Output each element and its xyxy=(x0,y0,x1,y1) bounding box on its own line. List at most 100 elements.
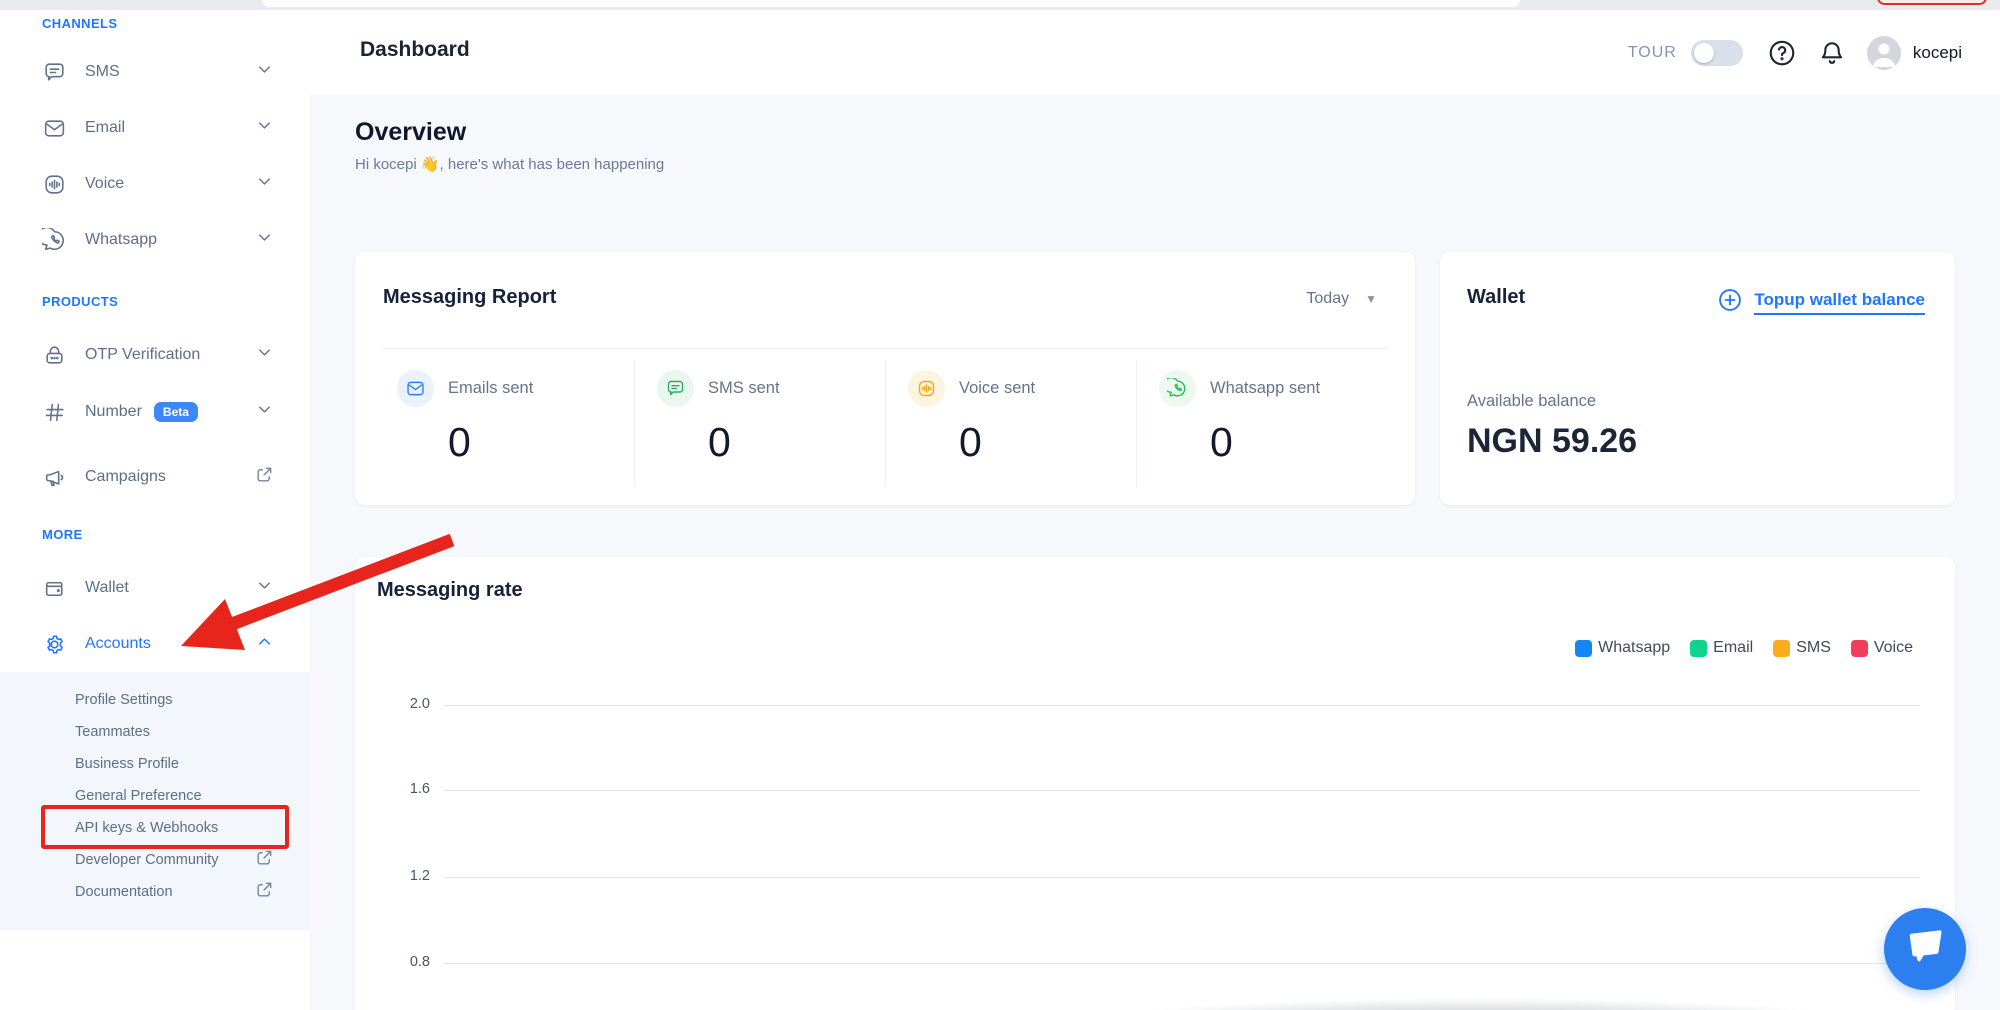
legend-item-email[interactable]: Email xyxy=(1690,639,1753,657)
topup-wallet-link[interactable]: Topup wallet balance xyxy=(1716,286,1925,319)
sidebar-item-label: Wallet xyxy=(85,579,129,597)
external-link-icon xyxy=(255,465,274,489)
sidebar-item-otp-verification[interactable]: OTP Verification xyxy=(42,341,274,369)
messaging-report-card: Messaging Report Today ▼ Emails sent 0 S… xyxy=(355,252,1415,505)
browser-tab-sliver xyxy=(262,0,1520,7)
submenu-item-label: Business Profile xyxy=(75,756,274,772)
accounts-submenu: Profile Settings Teammates Business Prof… xyxy=(0,672,310,930)
wallet-card: Wallet Topup wallet balance Available ba… xyxy=(1440,252,1955,505)
bell-icon[interactable] xyxy=(1817,38,1847,68)
stat-value: 0 xyxy=(1210,419,1387,466)
chevron-down-icon xyxy=(255,400,274,424)
stat-sms-sent: SMS sent 0 xyxy=(634,360,885,487)
help-icon[interactable] xyxy=(1767,38,1797,68)
available-balance-label: Available balance xyxy=(1467,392,1596,411)
wallet-icon xyxy=(42,576,67,601)
sidebar-item-accounts[interactable]: Accounts xyxy=(42,630,274,658)
sms-icon xyxy=(657,370,694,407)
stats-row: Emails sent 0 SMS sent 0 Voice sent 0 xyxy=(383,360,1387,487)
sidebar-item-whatsapp[interactable]: Whatsapp xyxy=(42,226,274,254)
submenu-item-teammates[interactable]: Teammates xyxy=(75,718,274,746)
submenu-item-api-keys-webhooks[interactable]: API keys & Webhooks xyxy=(75,814,274,842)
stat-voice-sent: Voice sent 0 xyxy=(885,360,1136,487)
legend-swatch xyxy=(1773,640,1790,657)
stat-value: 0 xyxy=(708,419,885,466)
submenu-item-label: Developer Community xyxy=(75,852,255,868)
chevron-down-icon xyxy=(255,576,274,600)
gear-icon xyxy=(42,632,67,657)
tour-label: TOUR xyxy=(1628,44,1677,62)
sidebar-section-products: PRODUCTS xyxy=(42,294,118,309)
stat-label: Whatsapp sent xyxy=(1210,379,1320,398)
legend-item-sms[interactable]: SMS xyxy=(1773,639,1831,657)
legend-swatch xyxy=(1851,640,1868,657)
sidebar-item-wallet[interactable]: Wallet xyxy=(42,574,274,602)
plus-circle-icon xyxy=(1716,286,1744,319)
stat-value: 0 xyxy=(959,419,1136,466)
wallet-title: Wallet xyxy=(1467,286,1525,309)
stat-label: Voice sent xyxy=(959,379,1035,398)
stat-whatsapp-sent: Whatsapp sent 0 xyxy=(1136,360,1387,487)
overview-greeting: Hi kocepi 👋, here's what has been happen… xyxy=(355,155,664,173)
y-axis-tick: 2.0 xyxy=(383,696,430,712)
sidebar-item-email[interactable]: Email xyxy=(42,114,274,142)
divider xyxy=(383,348,1387,349)
chevron-down-icon xyxy=(255,60,274,84)
period-value: Today xyxy=(1306,290,1349,308)
browser-chrome-strip xyxy=(0,0,2000,10)
sidebar-item-sms[interactable]: SMS xyxy=(42,58,274,86)
chat-widget-button[interactable] xyxy=(1884,908,1966,990)
legend-label: Whatsapp xyxy=(1598,639,1670,657)
avatar[interactable] xyxy=(1867,36,1901,70)
chevron-down-icon xyxy=(255,172,274,196)
y-axis-tick: 1.2 xyxy=(383,868,430,884)
submenu-item-general-preference[interactable]: General Preference xyxy=(75,782,274,810)
top-header: Dashboard TOUR kocepi xyxy=(310,10,2000,95)
legend-label: Email xyxy=(1713,639,1753,657)
submenu-item-documentation[interactable]: Documentation xyxy=(75,878,274,906)
legend-item-whatsapp[interactable]: Whatsapp xyxy=(1575,639,1670,657)
chevron-down-icon xyxy=(255,343,274,367)
stat-label: Emails sent xyxy=(448,379,533,398)
overview-title: Overview xyxy=(355,118,466,147)
browser-red-button-sliver xyxy=(1877,0,1987,5)
sidebar-item-label: Whatsapp xyxy=(85,231,157,249)
chat-bubble-icon xyxy=(1903,927,1947,971)
external-link-icon xyxy=(255,880,274,904)
sidebar-item-label: SMS xyxy=(85,63,120,81)
sidebar-section-more: MORE xyxy=(42,527,83,542)
messaging-report-title: Messaging Report xyxy=(383,286,556,309)
sidebar-item-label: Campaigns xyxy=(85,468,166,486)
voice-icon xyxy=(42,172,67,197)
tour-toggle[interactable] xyxy=(1691,40,1743,66)
sidebar-item-campaigns[interactable]: Campaigns xyxy=(42,463,274,491)
whatsapp-icon xyxy=(1159,370,1196,407)
submenu-item-label: General Preference xyxy=(75,788,274,804)
chevron-up-icon xyxy=(255,632,274,656)
whatsapp-icon xyxy=(42,228,67,253)
username[interactable]: kocepi xyxy=(1913,43,1962,63)
stat-emails-sent: Emails sent 0 xyxy=(383,360,634,487)
voice-icon xyxy=(908,370,945,407)
stat-label: SMS sent xyxy=(708,379,780,398)
sidebar-item-label: Accounts xyxy=(85,635,151,653)
legend-item-voice[interactable]: Voice xyxy=(1851,639,1913,657)
chevron-down-icon xyxy=(255,228,274,252)
submenu-item-business-profile[interactable]: Business Profile xyxy=(75,750,274,778)
sidebar-item-voice[interactable]: Voice xyxy=(42,170,274,198)
app-root: CHANNELS SMS Email Voice Whatsapp PRODUC… xyxy=(0,0,2000,1010)
submenu-item-label: Teammates xyxy=(75,724,274,740)
submenu-item-profile-settings[interactable]: Profile Settings xyxy=(75,686,274,714)
y-axis-tick: 0.8 xyxy=(383,954,430,970)
submenu-item-developer-community[interactable]: Developer Community xyxy=(75,846,274,874)
period-selector[interactable]: Today ▼ xyxy=(1306,290,1377,308)
scroll-shadow xyxy=(1045,997,1915,1010)
sidebar-item-label: Voice xyxy=(85,175,124,193)
sidebar-section-channels: CHANNELS xyxy=(42,16,117,31)
topup-label: Topup wallet balance xyxy=(1754,290,1925,315)
chevron-down-icon xyxy=(255,116,274,140)
submenu-item-label: API keys & Webhooks xyxy=(75,820,274,836)
messaging-rate-title: Messaging rate xyxy=(377,579,523,602)
chart-legend: Whatsapp Email SMS Voice xyxy=(1575,639,1913,657)
sidebar-item-number[interactable]: Number Beta xyxy=(42,398,274,426)
